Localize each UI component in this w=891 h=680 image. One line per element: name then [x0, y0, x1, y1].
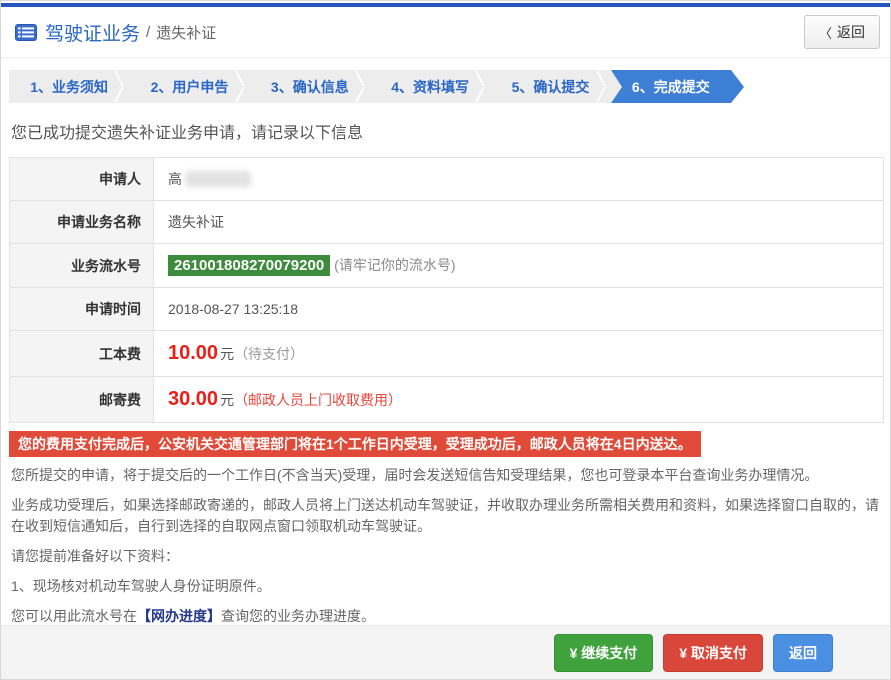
step-wizard: 1、业务须知 2、用户申告 3、确认信息 4、资料填写 5、确认提交 6、完成提…	[9, 70, 745, 103]
row-label: 申请人	[9, 157, 154, 201]
applicant-name: 高	[168, 171, 182, 187]
row-value: 高	[153, 157, 884, 201]
redacted-name-blur	[185, 171, 251, 187]
step-label: 3、确认信息	[270, 78, 349, 95]
serial-note: (请牢记你的流水号)	[334, 257, 456, 273]
progress-prefix: 您可以用此流水号在	[11, 608, 137, 624]
step-2-user-declaration: 2、用户申告	[129, 70, 249, 103]
header: 驾驶证业务 / 遗失补证 〈 返回	[1, 7, 890, 58]
serial-number-badge: 261001808270079200	[168, 255, 331, 276]
step-3-confirm-info: 3、确认信息	[250, 70, 370, 103]
alert-banner: 您的费用支付完成后，公安机关交通管理部门将在1个工作日内受理，受理成功后，邮政人…	[9, 431, 701, 457]
table-row-postage-fee: 邮寄费 30.00 元（邮政人员上门收取费用）	[9, 376, 884, 423]
progress-suffix: 查询您的业务办理进度。	[221, 608, 375, 624]
fee-amount: 30.00	[168, 388, 219, 410]
table-row-business-name: 申请业务名称 遗失补证	[9, 200, 884, 244]
back-button[interactable]: 〈 返回	[803, 15, 880, 49]
fee-unit: 元	[220, 346, 235, 362]
note-line: 请您提前准备好以下资料：	[11, 548, 179, 564]
progress-link[interactable]: 【网办进度】	[137, 608, 221, 624]
row-value: 30.00 元（邮政人员上门收取费用）	[153, 376, 884, 423]
notes-section: 您所提交的申请，将于提交后的一个工作日(不含当天)受理，届时会发送短信告知受理结…	[11, 465, 880, 627]
progress-query-line: 您可以用此流水号在【网办进度】查询您的业务办理进度。	[11, 606, 880, 627]
chevron-left-icon: 〈	[818, 25, 832, 41]
list-icon	[15, 23, 37, 41]
row-value: 2018-08-27 13:25:18	[153, 287, 884, 331]
step-label: 6、完成提交	[631, 78, 710, 95]
step-label: 2、用户申告	[150, 78, 229, 95]
row-label: 业务流水号	[9, 243, 154, 288]
row-value: 10.00 元（待支付）	[153, 330, 884, 377]
table-row-applicant: 申请人 高	[9, 157, 884, 201]
breadcrumb-separator: /	[146, 23, 151, 41]
fee-unit: 元	[220, 392, 235, 408]
cancel-pay-button[interactable]: ¥ 取消支付	[663, 633, 763, 672]
footer-bar: ¥ 继续支付 ¥ 取消支付 返回	[1, 625, 890, 679]
step-label: 1、业务须知	[30, 78, 109, 95]
page-title: 驾驶证业务	[45, 23, 141, 45]
back-button-label: 返回	[837, 24, 865, 40]
row-label: 邮寄费	[9, 376, 154, 423]
note-line: 1、现场核对机动车驾驶人身份证明原件。	[11, 578, 271, 594]
table-row-serial-number: 业务流水号 261001808270079200 (请牢记你的流水号)	[9, 243, 884, 288]
row-label: 申请业务名称	[9, 200, 154, 244]
row-label: 工本费	[9, 330, 154, 377]
step-label: 5、确认提交	[511, 78, 590, 95]
table-row-apply-time: 申请时间 2018-08-27 13:25:18	[9, 287, 884, 331]
note-line: 您所提交的申请，将于提交后的一个工作日(不含当天)受理，届时会发送短信告知受理结…	[11, 467, 819, 483]
info-table: 申请人 高 申请业务名称 遗失补证 业务流水号 2610018082700792…	[9, 157, 884, 423]
breadcrumb-current: 遗失补证	[156, 24, 217, 42]
step-5-confirm-submit: 5、确认提交	[490, 70, 610, 103]
success-message: 您已成功提交遗失补证业务申请，请记录以下信息	[11, 125, 364, 142]
step-1-business-notice: 1、业务须知	[9, 70, 129, 103]
step-4-fill-data: 4、资料填写	[370, 70, 490, 103]
row-value: 遗失补证	[153, 200, 884, 244]
fee-note: （待支付）	[234, 346, 305, 362]
alert-banner-wrap: 您的费用支付完成后，公安机关交通管理部门将在1个工作日内受理，受理成功后，邮政人…	[9, 431, 882, 457]
row-value: 261001808270079200 (请牢记你的流水号)	[153, 243, 884, 288]
fee-amount: 10.00	[168, 342, 219, 364]
return-button[interactable]: 返回	[773, 633, 833, 672]
page: 驾驶证业务 / 遗失补证 〈 返回 1、业务须知 2、用户申告 3、确认信息 4…	[0, 0, 891, 680]
fee-note: （邮政人员上门收取费用）	[234, 392, 403, 408]
table-row-production-fee: 工本费 10.00 元（待支付）	[9, 330, 884, 377]
note-line: 业务成功受理后，如果选择邮政寄递的，邮政人员将上门送达机动车驾驶证，并收取办理业…	[11, 497, 879, 534]
row-label: 申请时间	[9, 287, 154, 331]
step-6-complete-submit: 6、完成提交	[610, 70, 745, 103]
continue-pay-button[interactable]: ¥ 继续支付	[553, 633, 654, 672]
step-label: 4、资料填写	[391, 78, 470, 95]
